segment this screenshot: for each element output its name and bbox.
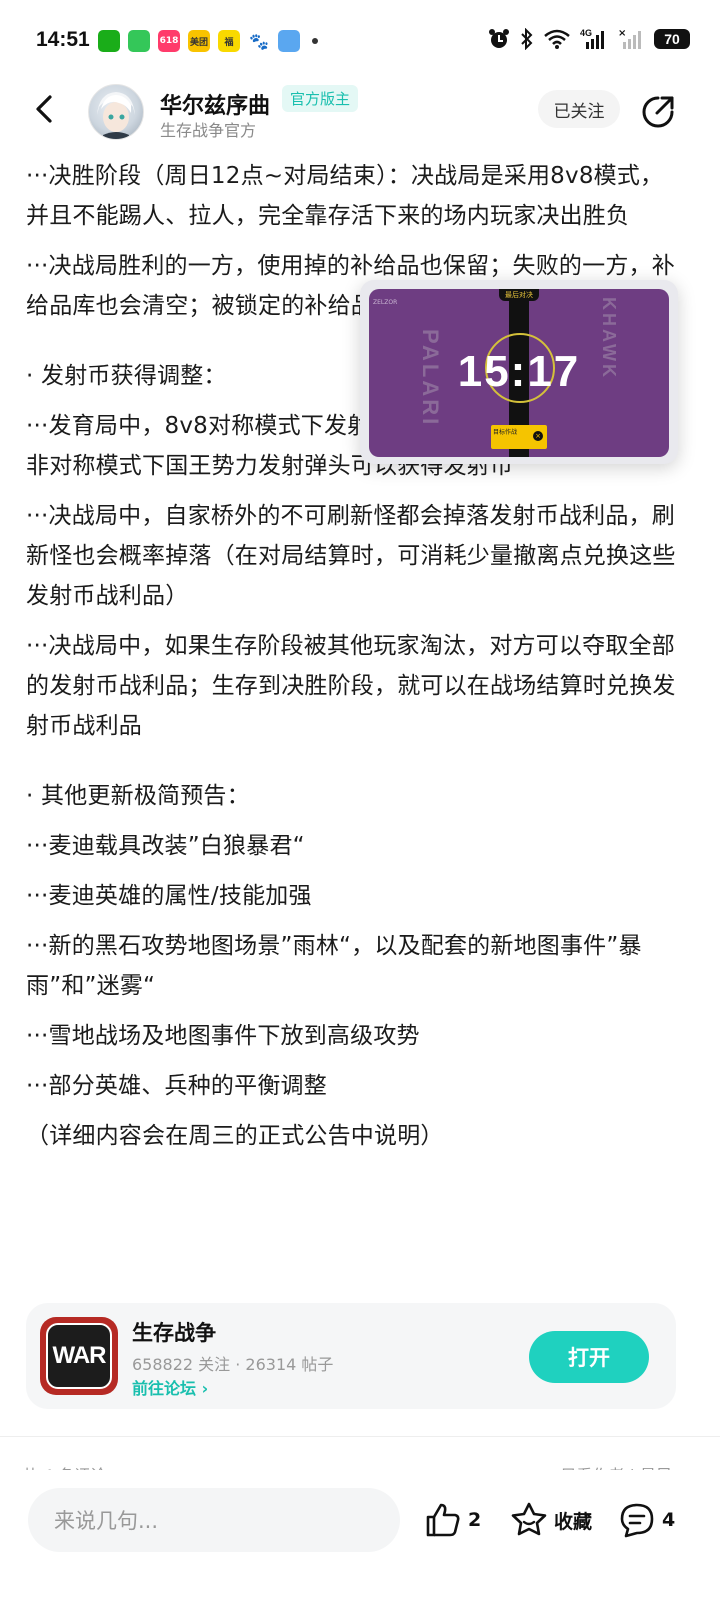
favorite-label: 收藏 <box>554 1510 593 1533</box>
official-moderator-badge: 官方版主 <box>282 85 359 112</box>
goto-forum-link[interactable]: 前往论坛 › <box>132 1375 208 1399</box>
status-time: 14:51 <box>36 28 90 51</box>
signal-4g-icon: 4G <box>580 28 604 49</box>
section-heading: · 其他更新极简预告： <box>26 783 250 809</box>
forum-logo-text: WAR <box>46 1323 112 1389</box>
signal-icon: × <box>618 28 641 49</box>
status-bar: 14:51 618 美团 福 🐾 4G × 70 <box>0 0 720 80</box>
video-panel-text: 目标作战 <box>493 429 518 436</box>
paragraph: （详细内容会在周三的正式公告中说明） <box>26 1123 444 1149</box>
battery-indicator: 70 <box>654 29 690 49</box>
author-avatar[interactable] <box>88 84 144 140</box>
bluetooth-icon <box>521 28 533 50</box>
avatar-icon <box>97 92 135 139</box>
bottom-action-bar: 来说几句... 2 收藏 4 <box>0 1470 720 1608</box>
back-arrow-icon[interactable] <box>30 94 60 124</box>
notification-icons: 618 美团 福 🐾 <box>98 30 318 52</box>
paragraph: ···雪地战场及地图事件下放到高级攻势 <box>26 1023 420 1049</box>
weather-icon <box>278 30 300 52</box>
close-icon: × <box>533 431 543 441</box>
like-button[interactable]: 2 <box>424 1498 481 1542</box>
favorite-button[interactable]: 收藏 <box>510 1498 592 1542</box>
meituan-icon: 美团 <box>188 30 210 52</box>
shopping-icon: 618 <box>158 30 180 52</box>
forum-logo: WAR <box>40 1317 118 1395</box>
comment-bubble-icon <box>620 1503 654 1538</box>
forum-card[interactable]: WAR 生存战争 658822 关注 · 26314 帖子 前往论坛 › 打开 <box>26 1303 676 1409</box>
forum-stats: 658822 关注 · 26314 帖子 <box>132 1355 334 1374</box>
paragraph: ···决胜阶段（周日12点~对局结束）：决战局是采用8v8模式，并且不能踢人、拉… <box>26 163 664 229</box>
alarm-icon <box>489 29 509 48</box>
divider <box>0 1436 720 1437</box>
system-icons: 4G × 70 <box>488 28 690 50</box>
more-dot-icon <box>312 38 318 44</box>
share-icon[interactable] <box>640 94 676 130</box>
paragraph: ···麦迪载具改装”白狼暴君“ <box>26 833 305 859</box>
like-count: 2 <box>468 1509 482 1531</box>
app-icon: 福 <box>218 30 240 52</box>
paragraph: ···麦迪英雄的属性/技能加强 <box>26 883 312 909</box>
follow-button[interactable]: 已关注 <box>538 90 620 128</box>
author-subtitle: 生存战争官方 <box>160 121 257 140</box>
post-header: 华尔兹序曲 官方版主 生存战争官方 已关注 <box>0 80 720 146</box>
svg-text:×: × <box>618 28 626 39</box>
paragraph: ···部分英雄、兵种的平衡调整 <box>26 1073 327 1099</box>
wifi-icon <box>544 29 570 49</box>
chevron-right-icon: › <box>201 1379 209 1398</box>
wechat-icon <box>98 30 120 52</box>
video-objective-panel: 目标作战 × <box>491 425 547 449</box>
paragraph: ···决战局中，自家桥外的不可刷新怪都会掉落发射币战利品，刷新怪也会概率掉落（在… <box>26 503 676 609</box>
comment-input[interactable]: 来说几句... <box>28 1488 400 1552</box>
paragraph: ···新的黑石攻势地图场景”雨林“，以及配套的新地图事件”暴雨”和”迷雾“ <box>26 933 642 999</box>
floating-video-player[interactable]: ZELZOR PALARI KHAWK 最后对决 15:17 目标作战 × <box>360 280 678 464</box>
star-icon <box>511 1502 547 1536</box>
thumbs-up-icon <box>426 1503 460 1537</box>
video-countdown: 15:17 <box>457 347 581 396</box>
author-name[interactable]: 华尔兹序曲 <box>160 88 270 120</box>
baidu-icon: 🐾 <box>248 30 270 52</box>
paragraph: ···决战局中，如果生存阶段被其他玩家淘汰，对方可以夺取全部的发射币战利品；生存… <box>26 633 676 739</box>
video-screen[interactable]: ZELZOR PALARI KHAWK 最后对决 15:17 目标作战 × <box>369 289 669 457</box>
video-hud-text: ZELZOR <box>373 299 398 306</box>
comment-count: 4 <box>662 1509 676 1531</box>
open-button[interactable]: 打开 <box>529 1331 649 1383</box>
messages-icon <box>128 30 150 52</box>
goto-forum-label: 前往论坛 <box>132 1379 197 1398</box>
forum-name: 生存战争 <box>132 1321 216 1345</box>
video-top-tab: 最后对决 <box>499 289 539 301</box>
svg-text:4G: 4G <box>580 28 592 38</box>
comment-button[interactable]: 4 <box>618 1498 675 1542</box>
